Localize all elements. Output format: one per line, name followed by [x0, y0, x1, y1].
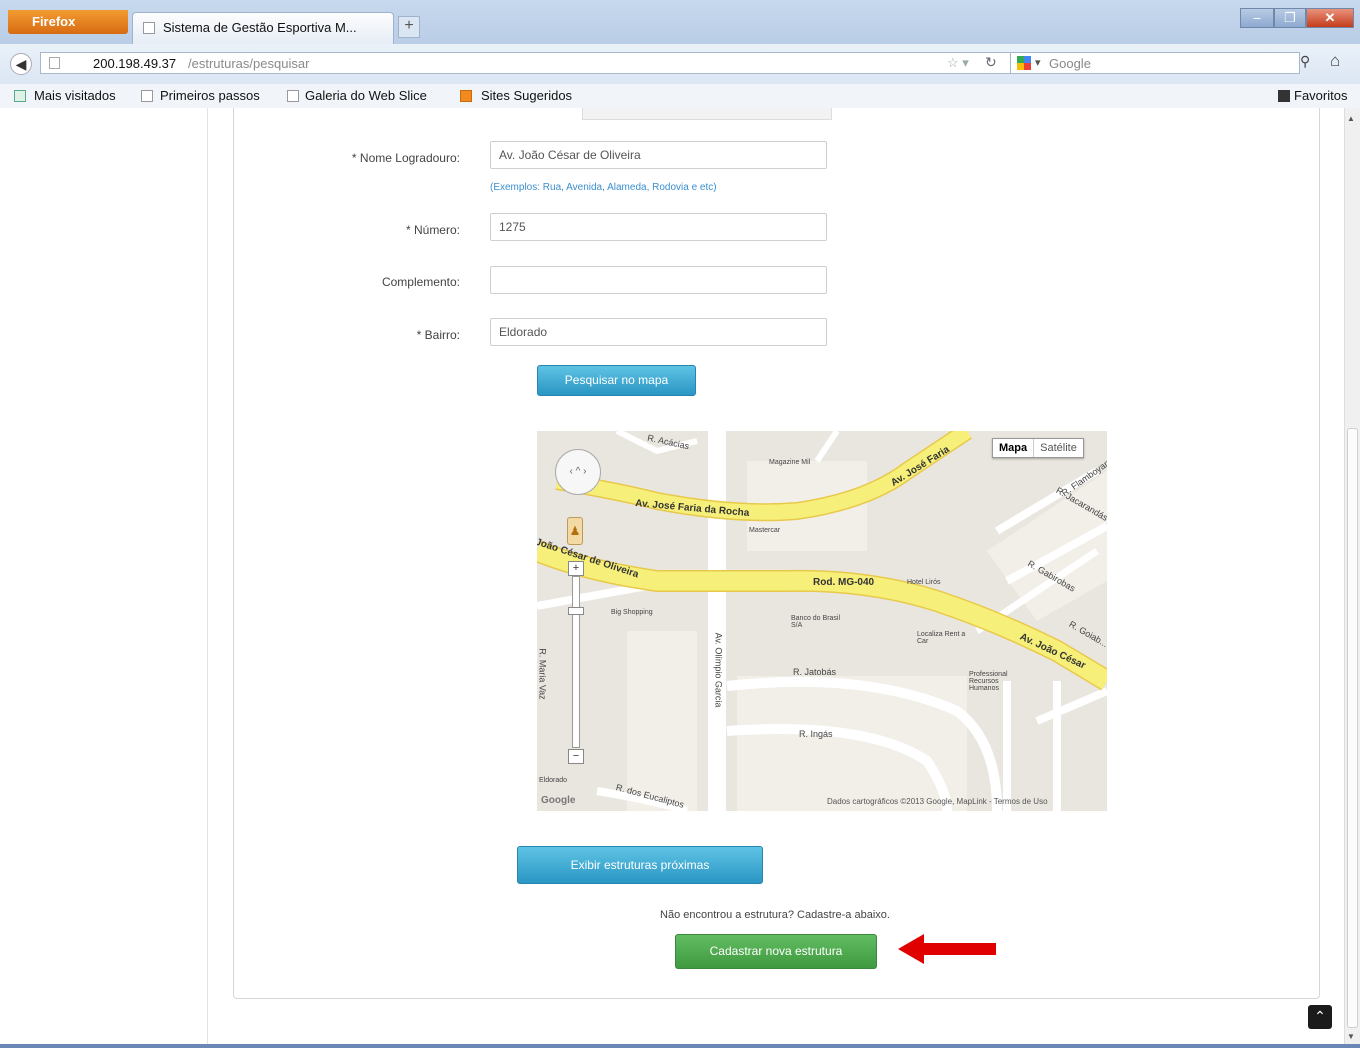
cut-off-element	[582, 108, 832, 120]
browser-tab[interactable]: Sistema de Gestão Esportiva M...	[132, 12, 394, 44]
place-label: Hotel Lirós	[907, 579, 941, 586]
place-label: Mastercar	[749, 527, 781, 534]
page-content: * Nome Logradouro: (Exemplos: Rua, Aveni…	[0, 108, 1344, 1044]
close-icon[interactable]: ✕	[1306, 8, 1354, 28]
map-type-map[interactable]: Mapa	[993, 439, 1035, 457]
map-type-satellite[interactable]: Satélite	[1034, 439, 1083, 457]
browser-titlebar: Firefox Sistema de Gestão Esportiva M...…	[0, 0, 1360, 44]
map-pan-control[interactable]: ‹ ^ ›	[555, 449, 601, 495]
bookmark-suggested-sites[interactable]: Sites Sugeridos	[481, 88, 572, 103]
maximize-icon[interactable]: ❐	[1274, 8, 1306, 28]
not-found-text: Não encontrou a estrutura? Cadastre-a ab…	[660, 909, 890, 921]
google-logo[interactable]: Google	[541, 795, 575, 806]
sidebar-divider	[207, 108, 208, 1044]
place-label: Professional Recursos Humanos	[969, 671, 1008, 692]
map-attribution[interactable]: Dados cartográficos ©2013 Google, MapLin…	[827, 797, 1048, 806]
new-structure-button[interactable]: Cadastrar nova estrutura	[675, 934, 877, 969]
page-icon	[143, 22, 155, 34]
zoom-in-button[interactable]: +	[568, 561, 584, 576]
home-icon[interactable]: ⌂	[1330, 51, 1340, 71]
show-nearby-button[interactable]: Exibir estruturas próximas	[517, 846, 763, 884]
url-host: 200.198.49.37	[93, 56, 177, 71]
bookmark-star-icon[interactable]: ☆ ▾	[947, 55, 969, 71]
scrollbar-thumb[interactable]	[1347, 428, 1358, 1028]
numero-label: * Número:	[405, 223, 460, 237]
bookmark-getting-started[interactable]: Primeiros passos	[160, 88, 260, 103]
favorites-icon	[1278, 90, 1290, 102]
search-placeholder: Google	[1049, 56, 1091, 71]
scroll-up-icon[interactable]: ▲	[1347, 114, 1355, 123]
vertical-scrollbar[interactable]: ▲ ▼	[1344, 108, 1360, 1044]
tab-title: Sistema de Gestão Esportiva M...	[163, 20, 357, 35]
street-view-pegman-icon[interactable]: ♟	[567, 517, 583, 545]
new-tab-button[interactable]: +	[398, 16, 420, 38]
page-icon	[287, 90, 299, 102]
back-arrow-icon[interactable]: ◀	[10, 53, 32, 75]
bairro-label: * Bairro:	[416, 328, 460, 342]
reload-icon[interactable]: ↻	[985, 54, 997, 71]
search-input[interactable]: ▾ Google	[1010, 52, 1300, 74]
numero-input[interactable]	[490, 213, 827, 241]
search-map-button[interactable]: Pesquisar no mapa	[537, 365, 696, 396]
map-type-control[interactable]: Mapa Satélite	[992, 438, 1084, 458]
logradouro-hint: (Exemplos: Rua, Avenida, Alameda, Rodovi…	[490, 182, 717, 193]
road-label: R. Ingás	[799, 729, 833, 739]
road-label: R. Maria Vaz	[537, 648, 548, 700]
page-icon	[141, 90, 153, 102]
google-map[interactable]: Av. José Faria da Rocha Av. José Faria J…	[537, 431, 1107, 811]
place-label: Localiza Rent a Car	[917, 631, 966, 645]
zoom-slider-handle[interactable]	[568, 607, 584, 615]
url-path: /estruturas/pesquisar	[188, 56, 310, 71]
road-label: Av. Olímpio Garcia	[713, 632, 724, 708]
bookmarks-toolbar: Mais visitados Primeiros passos Galeria …	[0, 84, 1360, 109]
back-to-top-icon[interactable]: ⌃	[1308, 1005, 1332, 1029]
zoom-slider-track[interactable]	[572, 576, 580, 748]
bookmark-most-visited[interactable]: Mais visitados	[34, 88, 116, 103]
red-arrow-icon	[898, 934, 996, 964]
firefox-menu-button[interactable]: Firefox	[8, 10, 128, 34]
road-label: Rod. MG-040	[813, 577, 875, 588]
place-label: Banco do Brasil S/A	[791, 615, 841, 629]
window-bottom-border	[0, 1044, 1360, 1048]
most-visited-icon	[14, 90, 26, 102]
road-label: R. Jatobás	[793, 667, 837, 677]
navigation-bar: ◀ 200.198.49.37 /estruturas/pesquisar ☆ …	[0, 44, 1360, 85]
bairro-input[interactable]	[490, 318, 827, 346]
scroll-down-icon[interactable]: ▼	[1347, 1032, 1355, 1041]
search-engine-dropdown-icon[interactable]: ▾	[1035, 56, 1041, 69]
suggested-sites-icon	[460, 90, 472, 102]
logradouro-input[interactable]	[490, 141, 827, 169]
place-label: Magazine Mil	[769, 459, 811, 466]
zoom-out-button[interactable]: −	[568, 749, 584, 764]
google-logo-icon	[1017, 56, 1031, 70]
place-label: Eldorado	[539, 777, 568, 784]
place-label: Big Shopping	[611, 609, 653, 616]
complemento-input[interactable]	[490, 266, 827, 294]
search-icon[interactable]: ⚲	[1300, 53, 1310, 70]
bookmark-favorites[interactable]: Favoritos	[1294, 88, 1347, 103]
address-bar[interactable]: 200.198.49.37 /estruturas/pesquisar ☆ ▾ …	[40, 52, 1040, 74]
logradouro-label: * Nome Logradouro:	[351, 151, 460, 165]
minimize-icon[interactable]: –	[1240, 8, 1274, 28]
complemento-label: Complemento:	[381, 275, 460, 289]
site-identity-icon	[49, 57, 60, 69]
bookmark-web-slice-gallery[interactable]: Galeria do Web Slice	[305, 88, 427, 103]
